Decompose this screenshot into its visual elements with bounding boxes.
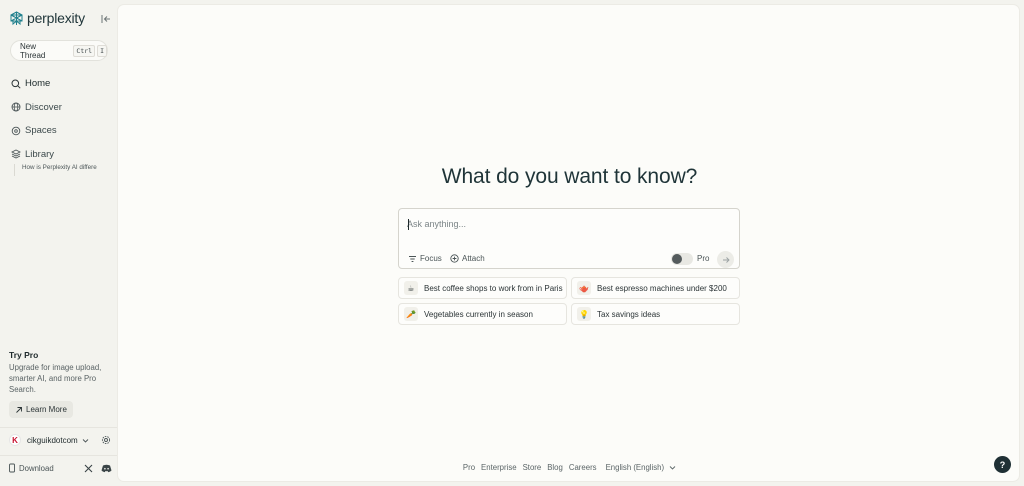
arrow-right-icon: [722, 256, 730, 263]
suggestion-card[interactable]: ☕ Best coffee shops to work from in Pari…: [398, 277, 567, 299]
suggestion-card[interactable]: 🫖 Best espresso machines under $200: [571, 277, 740, 299]
sidebar-item-label: Spaces: [25, 125, 57, 137]
chevron-down-icon: [82, 438, 89, 443]
discord-icon[interactable]: [101, 464, 112, 473]
arrow-up-right-icon: [16, 406, 22, 413]
library-icon: [11, 149, 21, 159]
suggestion-label: Best espresso machines under $200: [597, 283, 727, 293]
divider: [0, 427, 117, 428]
sidebar-item-spaces[interactable]: Spaces: [11, 119, 62, 143]
help-button[interactable]: ?: [994, 456, 1011, 473]
username: cikguikdotcom: [27, 435, 78, 445]
learn-more-button[interactable]: Learn More: [9, 401, 73, 419]
suggestion-label: Tax savings ideas: [597, 309, 661, 319]
sidebar-item-home[interactable]: Home: [11, 72, 62, 96]
lightbulb-icon: 💡: [577, 307, 591, 321]
shortcut-hint: Ctrl I: [71, 44, 107, 57]
footer-link-pro[interactable]: Pro: [463, 463, 475, 472]
try-pro-title: Try Pro: [9, 350, 39, 360]
history-item[interactable]: How is Perplexity AI differe: [14, 164, 114, 176]
pro-toggle[interactable]: [671, 253, 693, 265]
collapse-sidebar-icon[interactable]: [100, 13, 112, 25]
carrot-icon: 🥕: [404, 307, 418, 321]
try-pro-description: Upgrade for image upload, smarter AI, an…: [9, 363, 102, 394]
suggestion-label: Vegetables currently in season: [424, 309, 533, 319]
new-thread-label: New Thread: [20, 41, 46, 60]
text-caret: [408, 219, 409, 230]
avatar: K: [9, 434, 21, 446]
language-selector[interactable]: English (English): [603, 463, 677, 472]
suggestion-card[interactable]: 🥕 Vegetables currently in season: [398, 303, 567, 325]
attach-button[interactable]: Attach: [450, 254, 485, 263]
suggestion-card[interactable]: 💡 Tax savings ideas: [571, 303, 740, 325]
main-panel: What do you want to know? Focus Attach P…: [117, 4, 1020, 482]
footer-link-blog[interactable]: Blog: [547, 463, 563, 472]
chevron-down-icon: [669, 466, 676, 470]
footer: Pro Enterprise Store Blog Careers Englis…: [118, 463, 1021, 472]
try-pro-card: Try Pro Upgrade for image upload, smarte…: [9, 350, 114, 419]
perplexity-logo-icon: [10, 10, 23, 25]
account-switcher[interactable]: K cikguikdotcom: [9, 434, 89, 446]
focus-label: Focus: [420, 254, 442, 263]
search-input[interactable]: [407, 217, 727, 231]
shortcut-key: Ctrl: [73, 44, 96, 57]
language-label: English (English): [605, 463, 665, 472]
search-icon: [11, 79, 21, 89]
plus-circle-icon: [450, 254, 459, 263]
toggle-knob: [672, 254, 682, 264]
submit-button[interactable]: [717, 251, 734, 268]
search-box: Focus Attach Pro: [398, 208, 740, 269]
sidebar-item-label: Home: [25, 78, 51, 90]
filter-icon: [409, 255, 416, 262]
pro-label: Pro: [697, 254, 710, 263]
globe-icon: [11, 102, 21, 112]
learn-more-label: Learn More: [26, 405, 67, 415]
attach-label: Attach: [462, 254, 485, 263]
teapot-icon: 🫖: [577, 281, 591, 295]
focus-button[interactable]: Focus: [408, 254, 442, 263]
page-title: What do you want to know?: [441, 165, 698, 188]
download-label: Download: [19, 463, 54, 473]
sidebar: perplexity New Thread Ctrl I Home Discov…: [0, 0, 117, 486]
gear-icon[interactable]: [101, 435, 111, 445]
sidebar-nav: Home Discover Spaces Library: [11, 72, 62, 166]
divider: [0, 455, 117, 456]
suggestion-label: Best coffee shops to work from in Paris: [424, 283, 563, 293]
download-link[interactable]: Download: [8, 463, 54, 473]
sidebar-item-label: Library: [25, 148, 55, 160]
logo-text: perplexity: [27, 10, 85, 26]
sidebar-item-library[interactable]: Library: [11, 143, 62, 167]
new-thread-button[interactable]: New Thread Ctrl I: [10, 40, 108, 61]
shortcut-key: I: [97, 44, 107, 57]
logo[interactable]: perplexity: [10, 10, 85, 26]
x-twitter-icon[interactable]: [84, 464, 93, 473]
device-icon: [9, 463, 15, 473]
spaces-icon: [11, 126, 21, 135]
coffee-icon: ☕: [404, 281, 418, 295]
footer-link-careers[interactable]: Careers: [569, 463, 597, 472]
sidebar-item-label: Discover: [25, 101, 62, 113]
sidebar-item-discover[interactable]: Discover: [11, 96, 62, 120]
footer-link-enterprise[interactable]: Enterprise: [481, 463, 517, 472]
footer-link-store[interactable]: Store: [523, 463, 542, 472]
